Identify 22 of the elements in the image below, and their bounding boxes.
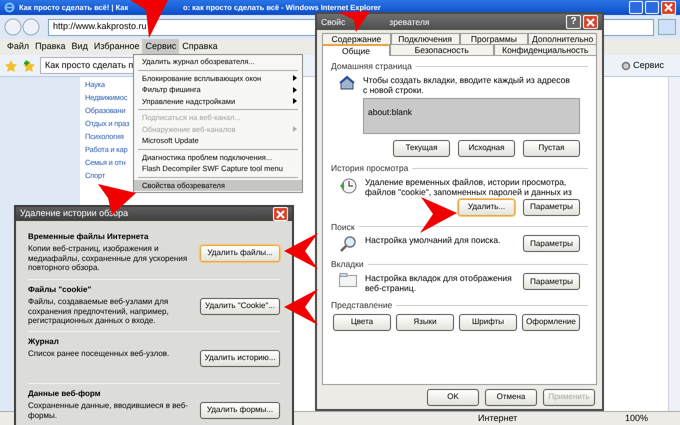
dialog-title: Свойс xyxy=(321,16,346,28)
help-text: Удаление временных файлов, истории просмотра, файлов "cookie", запомненных паролей и данных из xyxy=(365,176,573,196)
group-heading: Домашняя страница xyxy=(331,60,412,73)
help-text: Чтобы создать вкладки, вводите каждый из адресов с новой строки. xyxy=(363,74,571,95)
section-text: Копии веб-страниц, изображения и медиафайлы, сохраненные для ускорения повторного обзора. xyxy=(28,244,188,272)
help-text: Настройка умолчаний для поиска. xyxy=(365,235,502,246)
section-heading: Временные файлы Интернета xyxy=(28,231,150,243)
help-text: Настройка вкладок для отображения веб-страниц. xyxy=(365,273,513,293)
address-text: http://www.kakprosto.ru xyxy=(53,20,147,34)
home-page-value: about:blank xyxy=(368,106,412,117)
section-text: Список ранее посещенных веб-узлов. xyxy=(28,349,170,358)
section-text: Сохраненные данные, вводившиеся в веб-формы. xyxy=(28,401,189,420)
section-heading: Журнал xyxy=(28,336,60,348)
section-heading: Данные веб-форм xyxy=(28,388,102,400)
group-heading: Вкладки xyxy=(331,258,364,271)
group-heading: Поиск xyxy=(331,220,355,234)
section-heading: Файлы "cookie" xyxy=(28,284,92,296)
dialog-title: зревателя xyxy=(389,16,430,28)
security-zone: Интернет xyxy=(478,412,518,425)
group-heading: История просмотра xyxy=(331,162,408,174)
group-heading: Представление xyxy=(331,299,392,312)
section-text: Файлы, создаваемые веб-узлами для сохранения предпочтений, например, регистрационных данных о входе. xyxy=(28,297,170,326)
